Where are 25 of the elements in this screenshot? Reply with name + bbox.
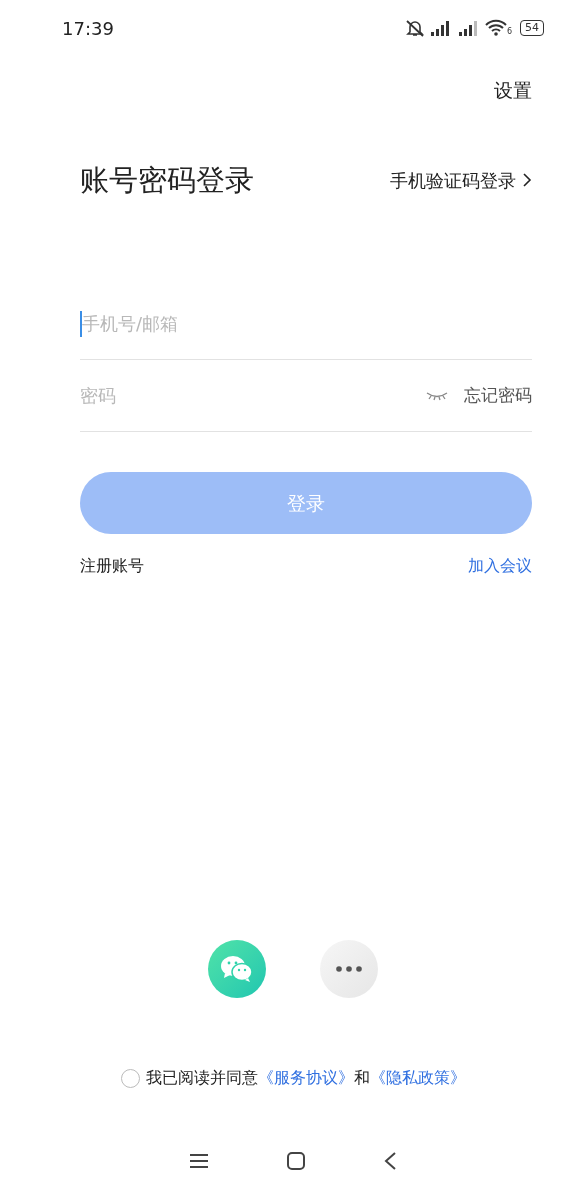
wechat-login-button[interactable]	[208, 940, 266, 998]
muted-bell-icon	[404, 19, 425, 37]
forgot-password-link[interactable]: 忘记密码	[464, 382, 532, 409]
wifi-number-label: 6	[506, 26, 512, 38]
terms-link[interactable]: 《服务协议》	[257, 1066, 354, 1090]
settings-link[interactable]: 设置	[494, 76, 532, 105]
agreement-text: 和	[353, 1067, 370, 1089]
battery-level: 54	[520, 20, 544, 36]
wifi-icon	[484, 19, 507, 37]
page-title: 账号密码登录	[80, 161, 254, 199]
register-link[interactable]: 注册账号	[80, 554, 144, 578]
join-meeting-link[interactable]: 加入会议	[468, 554, 532, 578]
password-field[interactable]: 密码	[80, 382, 426, 409]
account-field[interactable]: 手机号/邮箱	[82, 310, 532, 337]
eye-closed-icon[interactable]	[426, 390, 448, 401]
home-icon[interactable]	[286, 1151, 306, 1171]
status-time: 17:39	[62, 16, 114, 41]
privacy-link[interactable]: 《隐私政策》	[369, 1066, 466, 1090]
menu-icon[interactable]	[188, 1153, 209, 1169]
agreement-text: 我已阅读并同意	[145, 1067, 258, 1089]
back-icon[interactable]	[383, 1151, 398, 1171]
more-icon	[336, 966, 362, 972]
sms-login-link[interactable]: 手机验证码登录	[390, 166, 532, 194]
chevron-right-icon	[522, 172, 532, 189]
chat-bubbles-icon	[220, 955, 254, 983]
